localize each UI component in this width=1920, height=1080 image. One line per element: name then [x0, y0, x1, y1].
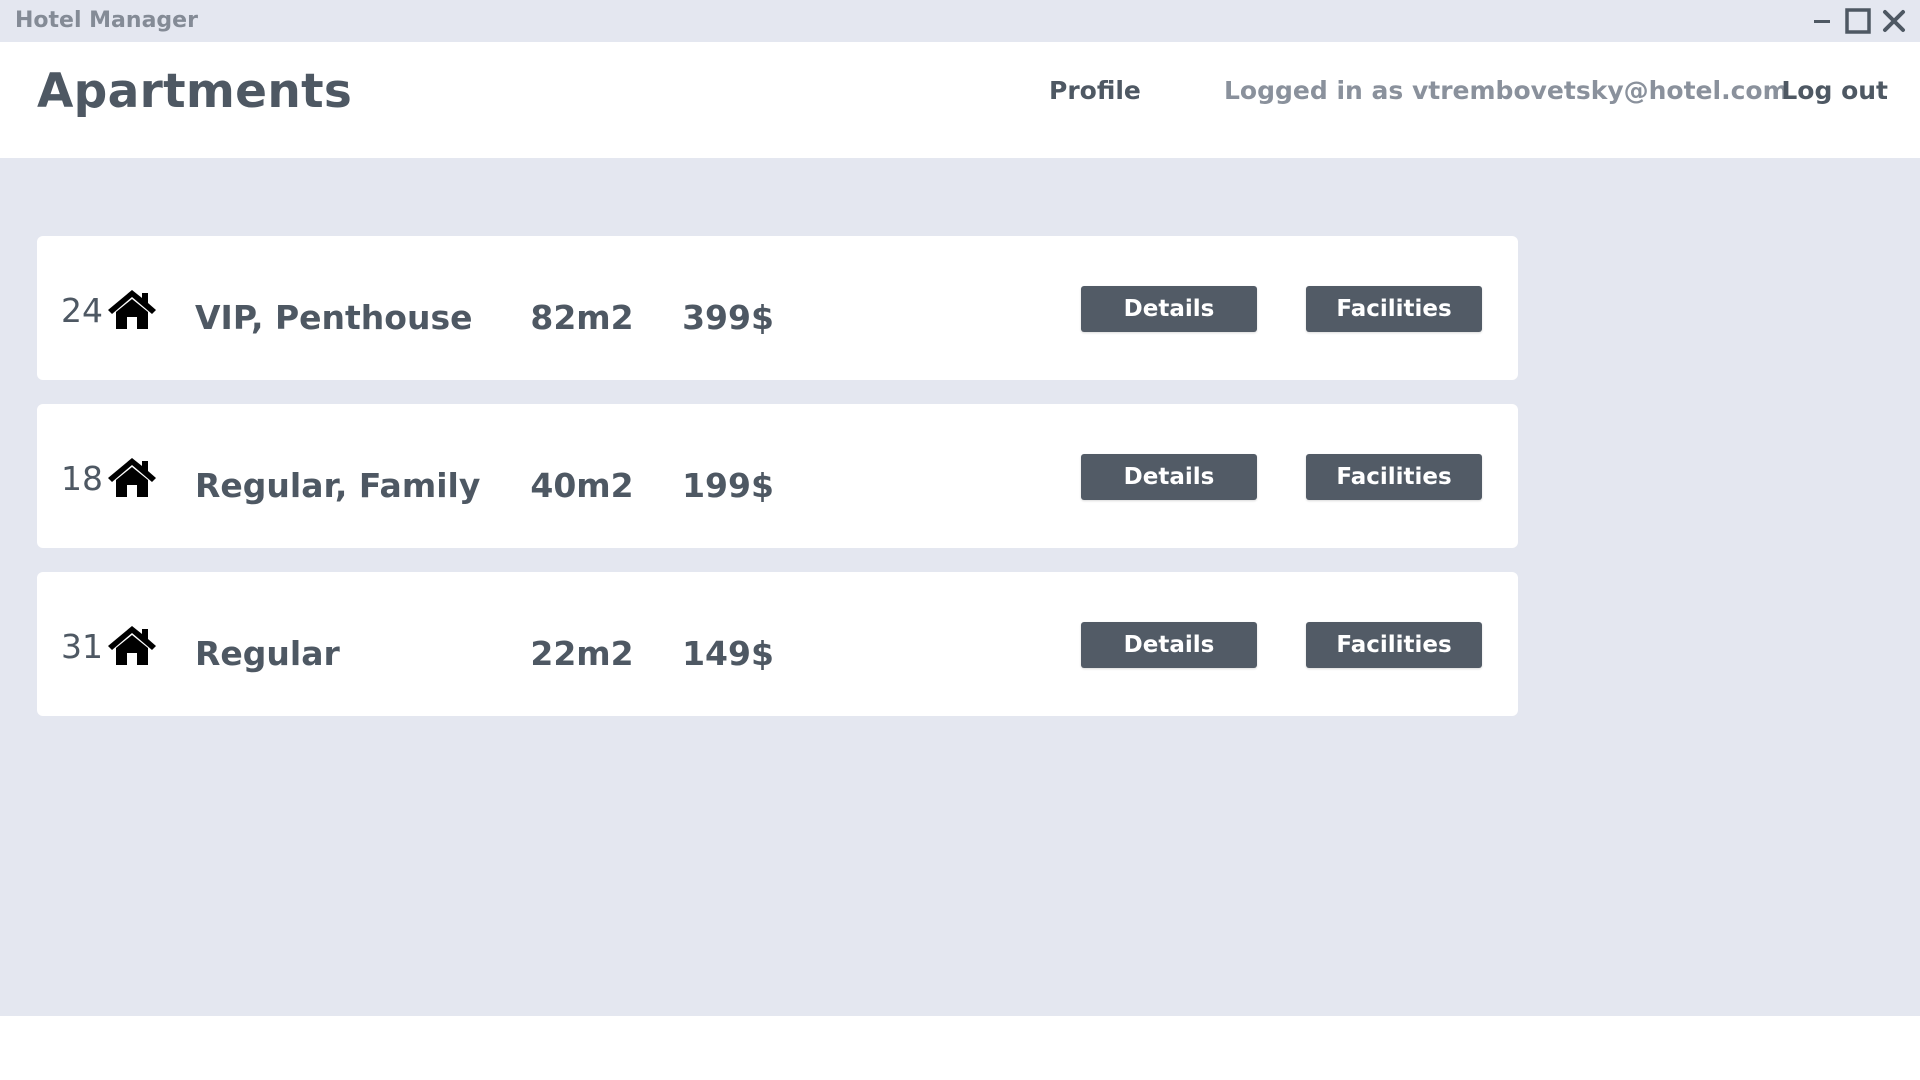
apartment-type: Regular — [195, 634, 340, 673]
page-header: Apartments Profile Logged in as vtrembov… — [0, 42, 1920, 158]
home-icon — [108, 458, 156, 497]
apartment-card: 24 VIP, Penthouse 82m2 399$ Details Faci… — [37, 236, 1518, 380]
details-button[interactable]: Details — [1081, 454, 1257, 500]
minimize-button[interactable] — [1804, 6, 1840, 36]
facilities-button[interactable]: Facilities — [1306, 286, 1482, 332]
apartment-price: 399$ — [682, 298, 774, 337]
apartment-area: 40m2 — [530, 466, 634, 505]
apartment-number: 24 — [61, 291, 103, 330]
maximize-button[interactable] — [1840, 6, 1876, 36]
apartment-area: 22m2 — [530, 634, 634, 673]
details-button[interactable]: Details — [1081, 622, 1257, 668]
apartment-price: 199$ — [682, 466, 774, 505]
window-controls — [1804, 6, 1912, 36]
facilities-button[interactable]: Facilities — [1306, 622, 1482, 668]
apartment-type: Regular, Family — [195, 466, 481, 505]
apartment-number: 31 — [61, 627, 103, 666]
close-button[interactable] — [1876, 6, 1912, 36]
apartment-price: 149$ — [682, 634, 774, 673]
profile-link[interactable]: Profile — [1049, 76, 1141, 105]
home-icon — [108, 290, 156, 329]
maximize-icon — [1845, 8, 1871, 34]
home-icon — [108, 626, 156, 665]
apartment-area: 82m2 — [530, 298, 634, 337]
apartment-number: 18 — [61, 459, 103, 498]
details-button[interactable]: Details — [1081, 286, 1257, 332]
page-title: Apartments — [37, 64, 353, 119]
apartment-list: 24 VIP, Penthouse 82m2 399$ Details Faci… — [37, 236, 1518, 740]
apartment-type: VIP, Penthouse — [195, 298, 473, 337]
facilities-button[interactable]: Facilities — [1306, 454, 1482, 500]
logout-link[interactable]: Log out — [1781, 76, 1888, 105]
app-window: Hotel Manager Apartments Profile Logged … — [0, 0, 1920, 1016]
logged-in-status: Logged in as vtrembovetsky@hotel.com — [1224, 76, 1789, 105]
apartment-card: 18 Regular, Family 40m2 199$ Details Fac… — [37, 404, 1518, 548]
close-icon — [1883, 10, 1905, 32]
minimize-icon — [1814, 20, 1830, 23]
apartment-card: 31 Regular 22m2 149$ Details Facilities — [37, 572, 1518, 716]
window-title: Hotel Manager — [15, 8, 198, 33]
title-bar[interactable]: Hotel Manager — [0, 0, 1920, 42]
